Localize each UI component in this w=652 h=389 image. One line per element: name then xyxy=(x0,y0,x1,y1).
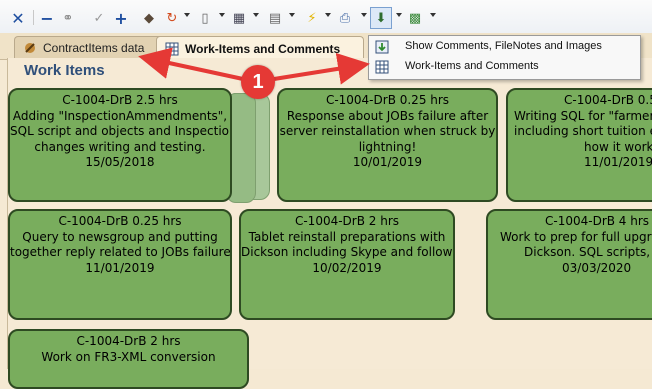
work-item-card[interactable]: C-1004-DrB 4 hrs Work to prep for full u… xyxy=(486,209,652,320)
card-line: changes writing and testing. xyxy=(34,139,206,154)
close-icon[interactable]: ✕ xyxy=(9,9,27,28)
add-icon[interactable]: + xyxy=(112,9,130,28)
toolbar-separator xyxy=(33,10,34,25)
view-options-menu: Show Comments, FileNotes and Images Work… xyxy=(368,35,641,80)
print-dropdown-caret[interactable] xyxy=(361,13,367,17)
contract-icon xyxy=(23,41,37,55)
card-header: C-1004-DrB 2 hrs xyxy=(294,214,400,228)
download-image-dropdown-caret[interactable] xyxy=(396,13,402,17)
check-icon[interactable]: ✓ xyxy=(90,9,108,27)
card-line: Response about JOBs failure after xyxy=(286,108,489,123)
grid-icon[interactable]: ▦ xyxy=(230,9,248,27)
main-toolbar: ✕ − ⚭ ✓ + ◆ ↻ ▯ ▦ ▤ ⚡ ⎙ ⬇ ▩ xyxy=(0,0,652,34)
menu-item-work-items-and-comments[interactable]: Work-Items and Comments xyxy=(369,57,640,77)
chart-image-icon[interactable]: ▩ xyxy=(406,9,424,27)
lightning-icon[interactable]: ⚡ xyxy=(303,9,321,27)
card-header: C-1004-DrB 0.5 h xyxy=(564,93,652,107)
card-line: Dickson. SQL scripts, test xyxy=(524,245,652,259)
card-header: C-1004-DrB 0.25 hrs xyxy=(58,214,182,228)
tab-contractitems-data[interactable]: ContractItems data xyxy=(14,36,170,59)
menu-item-label: Work-Items and Comments xyxy=(405,60,539,72)
card-date: 11/01/2019 xyxy=(584,155,652,169)
download-image-icon xyxy=(375,40,389,54)
card-line: Adding "InspectionAmmendments", xyxy=(12,108,228,123)
grid-icon xyxy=(165,42,179,56)
work-item-card[interactable]: C-1004-DrB 2.5 hrs Adding "InspectionAmm… xyxy=(8,88,232,202)
card-date: 10/02/2019 xyxy=(312,260,382,275)
card-date: 11/01/2019 xyxy=(85,260,155,275)
grid-dropdown-caret[interactable] xyxy=(253,13,259,17)
card-line: how it works xyxy=(584,139,652,154)
eraser-icon[interactable]: ◆ xyxy=(140,9,158,27)
page-dropdown-caret[interactable] xyxy=(219,13,225,17)
card-line: Work on FR3-XML conversion xyxy=(41,349,216,364)
print-icon[interactable]: ⎙ xyxy=(336,9,354,27)
link-icon[interactable]: ⚭ xyxy=(59,9,77,27)
card-line: SQL script and objects and Inspections xyxy=(10,124,232,138)
page-title: Work Items xyxy=(24,62,105,79)
download-image-icon[interactable]: ⬇ xyxy=(370,7,392,29)
tab-label: ContractItems data xyxy=(43,41,145,55)
chart-image-dropdown-caret[interactable] xyxy=(430,13,436,17)
card-line: lightning! xyxy=(358,139,417,154)
card-line: together reply related to JOBs failure. xyxy=(10,245,232,259)
tab-work-items-and-comments[interactable]: Work-Items and Comments xyxy=(156,36,364,60)
card-date: 10/01/2019 xyxy=(352,155,423,169)
card-header: C-1004-DrB 0.25 hrs xyxy=(325,93,450,107)
work-item-card[interactable]: C-1004-DrB 0.25 hrs Query to newsgroup a… xyxy=(8,209,232,320)
card-line: Dickson including Skype and follow up xyxy=(241,245,455,259)
work-item-card[interactable]: C-1004-DrB 2 hrs Tablet reinstall prepar… xyxy=(239,209,455,320)
form-dropdown-caret[interactable] xyxy=(289,13,295,17)
work-item-card[interactable]: C-1004-DrB 0.25 hrs Response about JOBs … xyxy=(277,88,498,202)
work-item-card[interactable]: C-1004-DrB 2 hrs Work on FR3-XML convers… xyxy=(8,329,249,389)
refresh-icon[interactable]: ↻ xyxy=(163,9,181,27)
card-header: C-1004-DrB 4 hrs xyxy=(545,214,650,228)
tab-label: Work-Items and Comments xyxy=(185,41,341,56)
annotation-badge: 1 xyxy=(241,65,275,99)
form-icon[interactable]: ▤ xyxy=(266,9,284,27)
grid-icon xyxy=(375,60,389,74)
card-header: C-1004-DrB 2.5 hrs xyxy=(62,93,178,107)
lightning-dropdown-caret[interactable] xyxy=(325,13,331,17)
work-item-card[interactable]: C-1004-DrB 0.5 h Writing SQL for "farmer… xyxy=(506,88,652,202)
menu-item-show-comments[interactable]: Show Comments, FileNotes and Images xyxy=(369,37,640,57)
page-icon[interactable]: ▯ xyxy=(196,9,214,27)
card-date: 15/05/2018 xyxy=(85,155,155,169)
card-line: Query to newsgroup and putting xyxy=(22,229,218,244)
card-line: server reinstallation when struck by xyxy=(279,124,496,138)
card-line: Writing SQL for "farmer su xyxy=(514,108,652,123)
remove-icon[interactable]: − xyxy=(38,9,56,28)
card-date: 03/03/2020 xyxy=(562,260,632,275)
card-line: Tablet reinstall preparations with xyxy=(248,229,446,244)
menu-item-label: Show Comments, FileNotes and Images xyxy=(405,40,602,52)
card-header: C-1004-DrB 2 hrs xyxy=(76,334,181,348)
refresh-dropdown-caret[interactable] xyxy=(184,13,190,17)
card-line: including short tuition ema xyxy=(514,124,652,138)
card-line: Work to prep for full upgrad xyxy=(500,229,652,244)
